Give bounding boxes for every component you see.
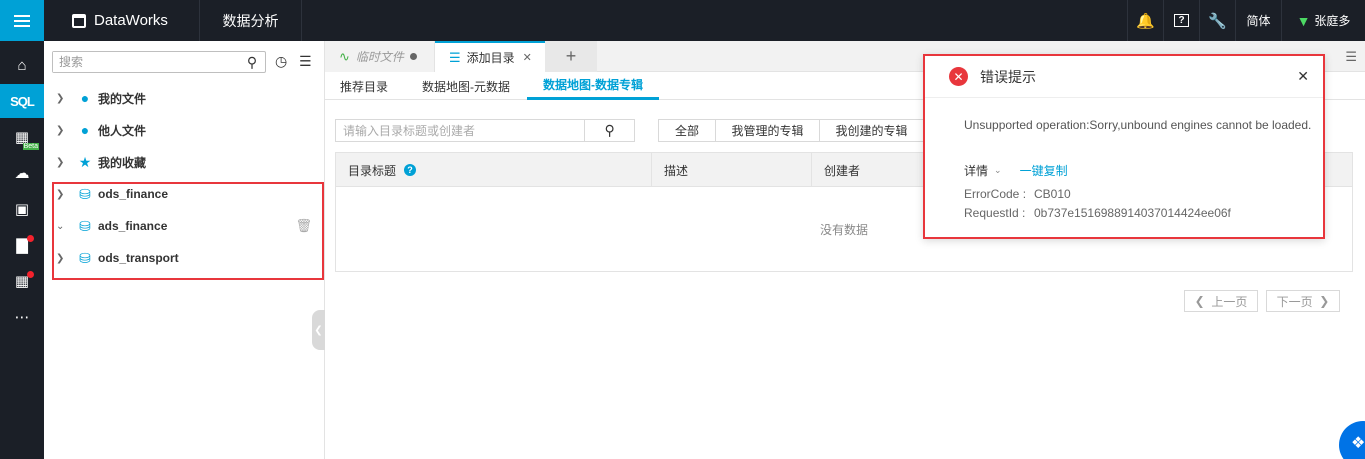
- tab-menu-icon[interactable]: ☰: [1345, 49, 1357, 65]
- album-filter: 全部 我管理的专辑 我创建的专辑: [658, 119, 924, 142]
- error-dialog-header: ✕ 错误提示 ✕: [925, 56, 1323, 98]
- tree-item-favorites[interactable]: ❯ ★ 我的收藏: [44, 147, 324, 177]
- file-tree-panel: ⚲ ◷ ☰ ❯ ● 我的文件 ❯ ● 他人文件 ❯ ★ 我的收藏 ❯ ⛁ ods…: [44, 41, 325, 459]
- user-menu[interactable]: ▼ 张庭多: [1281, 0, 1365, 41]
- chevron-right-icon[interactable]: ❯: [56, 125, 74, 136]
- home-icon[interactable]: ⌂: [0, 48, 44, 82]
- unsaved-dot: [409, 53, 417, 60]
- shield-icon: ▼: [1296, 12, 1311, 29]
- more-icon[interactable]: ⋯: [0, 300, 44, 334]
- tree-item-ods-transport[interactable]: ❯ ⛁ ods_transport: [44, 243, 324, 273]
- tree-search: ⚲: [52, 51, 266, 73]
- language-switch[interactable]: 简体: [1235, 0, 1281, 41]
- star-icon: ★: [78, 153, 92, 170]
- error-icon: ✕: [949, 67, 968, 86]
- detail-toggle[interactable]: 详情: [964, 162, 988, 179]
- chevron-down-icon[interactable]: ⌄: [56, 221, 74, 232]
- dataworks-logo-icon: [72, 13, 86, 28]
- brand[interactable]: DataWorks: [44, 0, 200, 41]
- chevron-right-icon[interactable]: ❯: [56, 189, 74, 200]
- directory-search: ⚲: [335, 119, 635, 142]
- copy-link[interactable]: 一键复制: [1020, 162, 1068, 179]
- filter-all[interactable]: 全部: [658, 119, 716, 142]
- chevron-right-icon[interactable]: ❯: [56, 157, 74, 168]
- trash-icon[interactable]: 🗑: [295, 218, 312, 234]
- directory-search-input[interactable]: [336, 120, 585, 141]
- tab-temp-file[interactable]: ∿ 临时文件: [325, 41, 435, 72]
- search-icon[interactable]: ⚲: [239, 54, 265, 71]
- list-icon[interactable]: ☰: [299, 53, 312, 70]
- error-title: 错误提示: [980, 68, 1036, 85]
- subtab-data-album[interactable]: 数据地图-数据专辑: [527, 72, 659, 100]
- upload-icon[interactable]: ☁: [0, 156, 44, 190]
- database-icon: ⛁: [79, 217, 91, 234]
- list-icon: ☰: [449, 49, 461, 65]
- error-dialog: ✕ 错误提示 ✕ Unsupported operation:Sorry,unb…: [923, 54, 1325, 239]
- chart-icon[interactable]: ▇: [0, 228, 44, 262]
- main-menu-button[interactable]: [0, 0, 44, 41]
- notification-dot: [27, 271, 34, 278]
- filter-managed[interactable]: 我管理的专辑: [715, 119, 820, 142]
- chevron-right-icon[interactable]: ❯: [56, 253, 74, 264]
- tab-add-directory[interactable]: ☰ 添加目录 ✕: [435, 41, 545, 72]
- request-id: 0b737e1516988914037014424ee06f: [1034, 206, 1231, 220]
- wrench-icon[interactable]: 🔧: [1199, 0, 1235, 41]
- chevron-right-icon[interactable]: ❯: [56, 93, 74, 104]
- add-tab-button[interactable]: +: [545, 41, 597, 72]
- tree-item-my-files[interactable]: ❯ ● 我的文件: [44, 83, 324, 113]
- filter-created[interactable]: 我创建的专辑: [819, 119, 924, 142]
- error-code: CB010: [1034, 187, 1071, 201]
- help-icon[interactable]: ?: [1163, 0, 1199, 41]
- sql-label: SQL: [10, 93, 35, 109]
- collapse-panel-handle[interactable]: ❮: [312, 310, 325, 350]
- notification-dot: [27, 235, 34, 242]
- tree-item-ads-finance[interactable]: ⌄ ⛁ ads_finance 🗑: [44, 211, 324, 241]
- error-message: Unsupported operation:Sorry,unbound engi…: [964, 118, 1312, 132]
- search-icon[interactable]: ⚲: [584, 120, 634, 141]
- apps-icon[interactable]: ▦: [0, 264, 44, 298]
- help-icon[interactable]: ?: [404, 164, 417, 176]
- tree-item-others-files[interactable]: ❯ ● 他人文件: [44, 115, 324, 145]
- tree-search-input[interactable]: [53, 52, 239, 72]
- close-icon[interactable]: ✕: [1297, 68, 1309, 85]
- module-title[interactable]: 数据分析: [200, 0, 302, 41]
- user-icon: ●: [80, 90, 90, 106]
- column-description: 描述: [652, 153, 812, 187]
- chevron-left-icon: ❮: [314, 324, 323, 336]
- close-icon[interactable]: ✕: [523, 51, 532, 64]
- beta-badge: Beta: [22, 143, 39, 150]
- report-icon[interactable]: ▣: [0, 192, 44, 226]
- error-detail-row: 详情 ⌄ 一键复制: [964, 162, 1068, 179]
- left-nav: ⌂ SQL ▦ Beta ☁ ▣ ▇ ▦ ⋯: [0, 41, 44, 459]
- subtab-recommended[interactable]: 推荐目录: [325, 72, 403, 100]
- subtab-metadata[interactable]: 数据地图-元数据: [410, 72, 522, 100]
- request-id-row: RequestId :0b737e1516988914037014424ee06…: [964, 206, 1231, 220]
- chevron-down-icon[interactable]: ⌄: [994, 165, 1002, 176]
- user-name: 张庭多: [1314, 14, 1351, 28]
- tree-item-ods-finance[interactable]: ❯ ⛁ ods_finance: [44, 179, 324, 209]
- bell-icon[interactable]: 🔔: [1127, 0, 1163, 41]
- clock-icon[interactable]: ◷: [275, 53, 287, 70]
- users-icon: ●: [80, 122, 90, 138]
- next-page-button[interactable]: 下一页 ❯: [1266, 290, 1340, 312]
- prev-page-button[interactable]: ❮ 上一页: [1184, 290, 1258, 312]
- top-bar: DataWorks 数据分析 🔔 ? 🔧 简体 ▼ 张庭多: [0, 0, 1365, 41]
- database-icon: ⛁: [79, 249, 91, 266]
- chevron-left-icon: ❮: [1194, 294, 1212, 308]
- column-title: 目录标题 ?: [336, 153, 652, 187]
- hamburger-icon: [14, 14, 30, 27]
- database-icon: ⛁: [79, 185, 91, 202]
- error-code-row: ErrorCode : CB010: [964, 187, 1071, 201]
- assistant-icon: ❖: [1351, 435, 1365, 452]
- chevron-right-icon: ❯: [1312, 294, 1330, 308]
- data-map-icon[interactable]: ▦ Beta: [0, 120, 44, 154]
- sql-icon[interactable]: SQL: [0, 84, 44, 118]
- brand-name: DataWorks: [94, 12, 168, 29]
- wave-icon: ∿: [339, 48, 350, 64]
